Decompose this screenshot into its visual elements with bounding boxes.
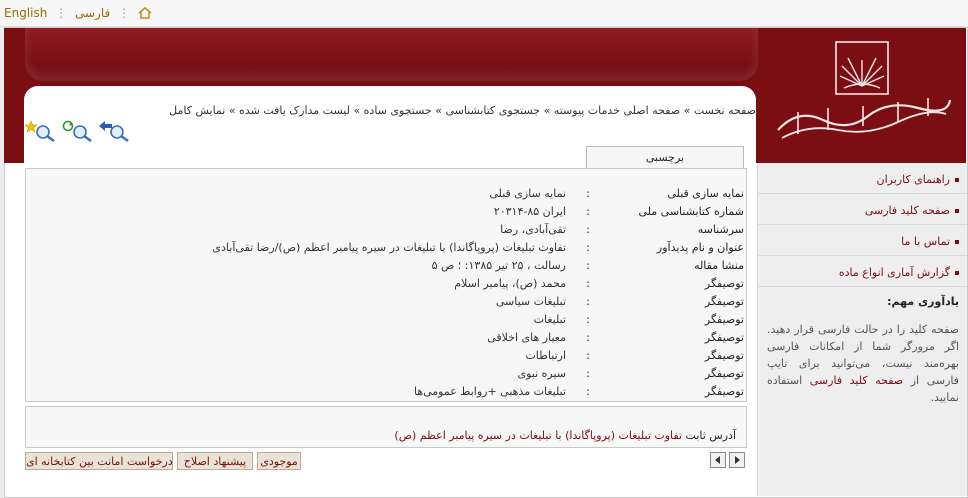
arrow-right-icon bbox=[735, 456, 740, 464]
record-label: عنوان و نام پدیدآور bbox=[656, 241, 744, 254]
sidebar: راهنمای کاربران صفحه کلید فارسی تماس با … bbox=[757, 163, 967, 496]
home-icon[interactable] bbox=[138, 7, 152, 19]
record-value: ایران ۸۵-۲۰۳۱۴ bbox=[493, 205, 566, 218]
record-label: توصیفگر bbox=[704, 331, 744, 344]
divider bbox=[758, 193, 967, 194]
separator: ⋮ bbox=[118, 6, 131, 20]
record-row: سرشناسه : تقی‌آبادی، رضا bbox=[26, 221, 746, 239]
lang-farsi-link[interactable]: فارسی bbox=[75, 6, 110, 20]
sidebar-item-farsi-keyboard[interactable]: صفحه کلید فارسی bbox=[769, 204, 959, 217]
previous-record-button[interactable] bbox=[710, 452, 726, 468]
sidebar-item-label: تماس با ما bbox=[901, 235, 950, 248]
record-colon: : bbox=[586, 223, 590, 236]
record-label: سرشناسه bbox=[697, 223, 744, 236]
bullet-icon bbox=[955, 178, 959, 182]
sidebar-item-label: گزارش آماری انواع ماده bbox=[838, 266, 950, 279]
record-label: منشا مقاله bbox=[694, 259, 744, 272]
record-row: نمایه سازی قبلی : نمایه سازی قبلی bbox=[26, 185, 746, 203]
divider bbox=[758, 286, 967, 287]
separator: ⋮ bbox=[55, 6, 68, 20]
record-value[interactable]: معیار های اخلاقی bbox=[487, 331, 566, 344]
site-logo[interactable] bbox=[768, 38, 958, 153]
record-value: نمایه سازی قبلی bbox=[489, 187, 566, 200]
availability-button[interactable]: موجودی bbox=[257, 452, 301, 470]
record-label: توصیفگر bbox=[704, 313, 744, 326]
permanent-address-link[interactable]: تفاوت تبلیغات (پروپاگاندا) با تبلیغات در… bbox=[394, 429, 682, 442]
record-colon: : bbox=[586, 385, 590, 398]
record-value[interactable]: تبلیغات سیاسی bbox=[496, 295, 566, 308]
record-value[interactable]: ارتباطات bbox=[525, 349, 566, 362]
permanent-address-panel: آدرس ثابت تفاوت تبلیغات (پروپاگاندا) با … bbox=[25, 406, 747, 448]
divider bbox=[758, 255, 967, 256]
back-search-icon[interactable] bbox=[99, 120, 130, 142]
tab-marc-label[interactable]: برچسبی bbox=[586, 146, 744, 169]
record-colon: : bbox=[586, 331, 590, 344]
record-colon: : bbox=[586, 259, 590, 272]
sidebar-item-user-guide[interactable]: راهنمای کاربران bbox=[769, 173, 959, 186]
record-value[interactable]: سیره نبوی bbox=[517, 367, 566, 380]
bullet-icon bbox=[955, 271, 959, 275]
record-label: توصیفگر bbox=[704, 385, 744, 398]
sidebar-item-label: صفحه کلید فارسی bbox=[864, 204, 950, 217]
notice-text: صفحه کلید را در حالت فارسی قرار دهید. اگ… bbox=[767, 321, 959, 406]
header-band bbox=[25, 28, 758, 81]
interlibrary-loan-button[interactable]: درخواست امانت بین کتابخانه ای bbox=[25, 452, 173, 470]
record-value: رسالت ، ۲۵ تیر ۱۳۸۵: ؛ ص ۵ bbox=[431, 259, 566, 272]
record-value[interactable]: تبلیغات bbox=[534, 313, 566, 326]
bullet-icon bbox=[955, 240, 959, 244]
record-value: تفاوت تبلیغات (پروپاگاندا) با تبلیغات در… bbox=[212, 241, 566, 254]
sidebar-item-statistics[interactable]: گزارش آماری انواع ماده bbox=[769, 266, 959, 279]
record-colon: : bbox=[586, 367, 590, 380]
breadcrumb[interactable]: صفحه نخست » صفحه اصلی خدمات پیوسته » جست… bbox=[169, 104, 756, 117]
record-value[interactable]: تبلیغات مذهبی +روابط عمومی‌ها bbox=[414, 385, 566, 398]
permanent-address: آدرس ثابت تفاوت تبلیغات (پروپاگاندا) با … bbox=[394, 429, 736, 442]
bullet-icon bbox=[955, 209, 959, 213]
divider bbox=[758, 224, 967, 225]
record-label: شماره کتابشناسی ملی bbox=[638, 205, 744, 218]
language-switcher: English ⋮ فارسی ⋮ bbox=[4, 6, 152, 20]
sidebar-item-contact[interactable]: تماس با ما bbox=[769, 235, 959, 248]
record-colon: : bbox=[586, 241, 590, 254]
record-label: توصیفگر bbox=[704, 295, 744, 308]
suggest-correction-button[interactable]: پیشنهاد اصلاح bbox=[177, 452, 253, 470]
record-label: توصیفگر bbox=[704, 277, 744, 290]
top-bar: English ⋮ فارسی ⋮ bbox=[0, 0, 968, 27]
record-label: توصیفگر bbox=[704, 367, 744, 380]
new-search-icon[interactable] bbox=[25, 120, 56, 142]
record-row: توصیفگر : ارتباطات bbox=[26, 347, 746, 365]
farsi-keyboard-link[interactable]: صفحه کلید فارسی bbox=[810, 374, 903, 387]
record-colon: : bbox=[586, 187, 590, 200]
next-record-button[interactable] bbox=[729, 452, 745, 468]
refresh-search-icon[interactable] bbox=[62, 120, 93, 142]
record-details-panel: نمایه سازی قبلی : نمایه سازی قبلی شماره … bbox=[25, 168, 747, 402]
record-row: منشا مقاله : رسالت ، ۲۵ تیر ۱۳۸۵: ؛ ص ۵ bbox=[26, 257, 746, 275]
record-colon: : bbox=[586, 313, 590, 326]
record-label: نمایه سازی قبلی bbox=[667, 187, 744, 200]
notice-title: یادآوری مهم: bbox=[887, 295, 959, 308]
record-colon: : bbox=[586, 277, 590, 290]
record-row: توصیفگر : معیار های اخلاقی bbox=[26, 329, 746, 347]
record-label: توصیفگر bbox=[704, 349, 744, 362]
record-row: توصیفگر : تبلیغات bbox=[26, 311, 746, 329]
record-colon: : bbox=[586, 205, 590, 218]
record-row: عنوان و نام پدیدآور : تفاوت تبلیغات (پرو… bbox=[26, 239, 746, 257]
record-row: شماره کتابشناسی ملی : ایران ۸۵-۲۰۳۱۴ bbox=[26, 203, 746, 221]
sidebar-item-label: راهنمای کاربران bbox=[876, 173, 950, 186]
record-colon: : bbox=[586, 295, 590, 308]
permanent-address-label: آدرس ثابت bbox=[685, 429, 736, 442]
record-value[interactable]: محمد (ص)، پیامبر اسلام bbox=[454, 277, 566, 290]
record-row: توصیفگر : سیره نبوی bbox=[26, 365, 746, 383]
record-row: توصیفگر : تبلیغات سیاسی bbox=[26, 293, 746, 311]
record-row: توصیفگر : تبلیغات مذهبی +روابط عمومی‌ها bbox=[26, 383, 746, 401]
arrow-left-icon bbox=[715, 456, 720, 464]
lang-english-link[interactable]: English bbox=[4, 6, 47, 20]
record-row: توصیفگر : محمد (ص)، پیامبر اسلام bbox=[26, 275, 746, 293]
record-colon: : bbox=[586, 349, 590, 362]
record-value: تقی‌آبادی، رضا bbox=[500, 223, 566, 236]
